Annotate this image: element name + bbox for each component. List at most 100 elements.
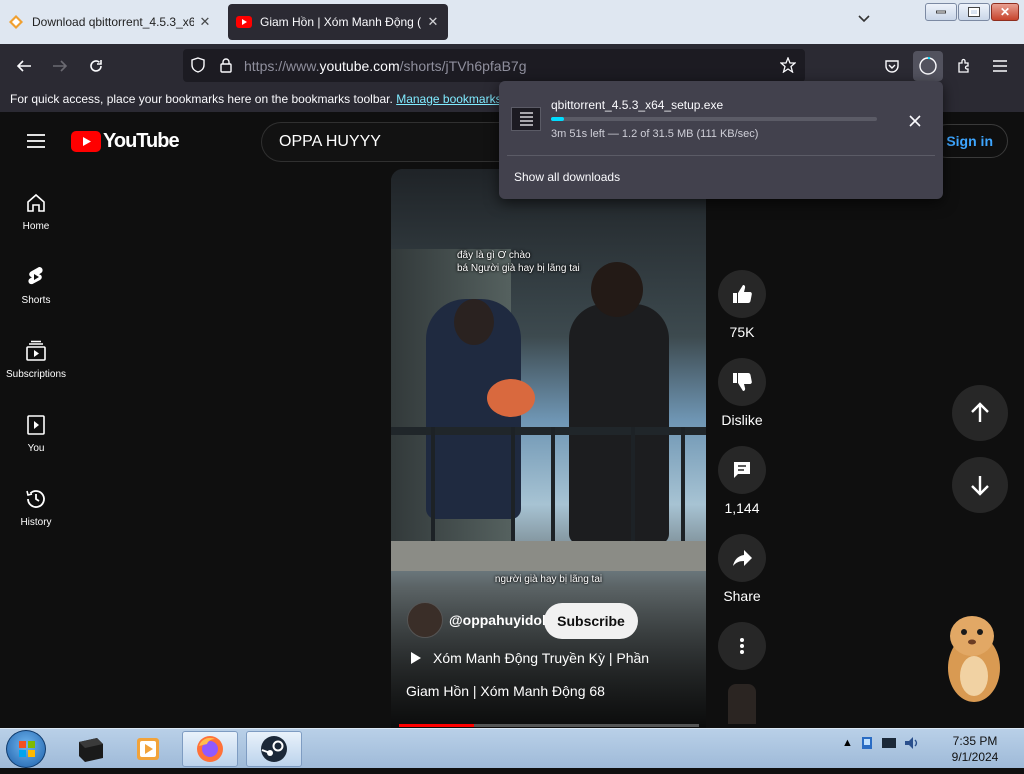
video-ledge [391, 541, 706, 571]
manage-bookmarks-link[interactable]: Manage bookmarks... [396, 92, 511, 106]
guide-menu-button[interactable] [24, 129, 48, 153]
minimize-button[interactable] [925, 3, 957, 21]
video-fan [487, 379, 535, 417]
comment-icon [718, 446, 766, 494]
close-window-button[interactable]: ✕ [991, 3, 1019, 21]
bookmark-star-icon[interactable] [779, 56, 797, 78]
back-button[interactable] [10, 52, 38, 80]
next-short-button[interactable] [952, 457, 1008, 513]
system-tray: ▲ [842, 735, 919, 751]
media-player-icon [137, 738, 159, 760]
video-person-right [569, 304, 669, 544]
download-filename[interactable]: qbittorrent_4.5.3_x64_setup.exe [551, 98, 723, 112]
download-progress-icon [919, 57, 937, 75]
video-subtitle-bottom: người già hay bị lãng tai [494, 574, 603, 585]
search-input[interactable]: OPPA HUYYY [279, 133, 381, 151]
cancel-download-button[interactable] [903, 109, 927, 133]
previous-short-button[interactable] [952, 385, 1008, 441]
app-box-icon [79, 738, 103, 762]
video-progress-bar[interactable] [399, 724, 699, 727]
share-label: Share [723, 588, 761, 604]
video-railing-post [631, 427, 635, 557]
sidebar-item-you[interactable]: You [0, 413, 72, 454]
short-video-player[interactable]: đây là gì Ơ chào bá Người già hay bị lãn… [391, 169, 706, 728]
youtube-logo[interactable]: YouTube [71, 130, 180, 153]
steam-icon [261, 736, 287, 762]
more-vertical-icon [718, 622, 766, 670]
list-all-tabs-button[interactable] [852, 12, 876, 32]
comments-button[interactable]: 1,144 [718, 446, 766, 516]
url-host: youtube.com [319, 58, 400, 74]
dislike-label: Dislike [721, 412, 763, 428]
download-status: 3m 51s left — 1.2 of 31.5 MB (111 KB/sec… [551, 128, 759, 140]
download-progress-bar [551, 117, 877, 121]
tab-close-icon[interactable]: ✕ [426, 14, 440, 30]
video-subtitle-top: đây là gì Ơ chào bá Người già hay bị lãn… [457, 249, 580, 275]
restore-button[interactable] [958, 3, 990, 21]
more-actions-button[interactable] [718, 622, 766, 676]
clock-date: 9/1/2024 [951, 750, 999, 764]
sidebar-item-home[interactable]: Home [0, 191, 72, 232]
url-bar[interactable]: https://www.youtube.com/shorts/jTVh6pfaB… [183, 49, 805, 82]
lock-icon[interactable] [219, 57, 233, 78]
playlist-link[interactable]: Xóm Manh Động Truyền Kỳ | Phần [409, 650, 649, 666]
pocket-button[interactable] [878, 52, 906, 80]
sound-avatar[interactable] [728, 684, 756, 724]
search-box[interactable]: OPPA HUYYY [261, 122, 521, 162]
like-count: 75K [729, 324, 755, 340]
like-button[interactable]: 75K [718, 270, 766, 340]
divider [507, 155, 935, 156]
tab-label: Giam Hồn | Xóm Manh Động ( [260, 15, 422, 29]
tracking-protection-shield-icon[interactable] [190, 57, 206, 78]
sidebar-item-history[interactable]: History [0, 487, 72, 528]
share-button[interactable]: Share [718, 534, 766, 604]
you-icon [24, 413, 48, 437]
tab-qbittorrent-download[interactable]: Download qbittorrent_4.5.3_x64 ✕ [0, 4, 220, 40]
download-progress-fill [551, 117, 565, 121]
youtube-logo-text: YouTube [103, 130, 180, 152]
reload-button[interactable] [82, 52, 110, 80]
url-prefix: https://www. [244, 58, 320, 74]
close-icon [909, 115, 921, 127]
taskbar-app-steam[interactable] [246, 731, 302, 767]
subscribe-button[interactable]: Subscribe [544, 603, 638, 639]
taskbar-clock[interactable]: 7:35 PM 9/1/2024 [945, 733, 1005, 765]
show-all-downloads-button[interactable]: Show all downloads [514, 170, 620, 184]
tab-close-icon[interactable]: ✕ [198, 14, 212, 30]
dislike-button[interactable]: Dislike [718, 358, 766, 428]
downloads-panel: qbittorrent_4.5.3_x64_setup.exe 3m 51s l… [499, 81, 943, 199]
arrow-up-icon [971, 402, 989, 422]
pocket-icon [885, 60, 899, 73]
volume-icon [904, 737, 918, 749]
video-railing-post [681, 427, 685, 557]
windows-taskbar: ▲ 7:35 PM 9/1/2024 [0, 728, 1024, 768]
app-menu-button[interactable] [986, 52, 1014, 80]
play-icon [411, 652, 421, 664]
taskbar-app-media-player[interactable] [120, 731, 176, 767]
video-person-right-head [591, 262, 643, 317]
extensions-button[interactable] [950, 52, 978, 80]
downloads-button[interactable] [913, 51, 943, 81]
show-hidden-icons-icon[interactable]: ▲ [842, 737, 853, 749]
sidebar-item-subscriptions[interactable]: Subscriptions [0, 339, 72, 380]
taskbar-app-firefox[interactable] [182, 731, 238, 767]
back-arrow-icon [16, 60, 31, 72]
url-text[interactable]: https://www.youtube.com/shorts/jTVh6pfaB… [244, 58, 527, 74]
channel-avatar[interactable] [407, 602, 443, 638]
video-progress-fill [399, 724, 474, 727]
channel-name[interactable]: @oppahuyidol [449, 612, 546, 628]
subscriptions-icon [24, 339, 48, 363]
start-button[interactable] [6, 730, 46, 768]
tab-youtube-short[interactable]: Giam Hồn | Xóm Manh Động ( ✕ [228, 4, 448, 40]
download-site-icon [8, 14, 24, 30]
sidebar-item-label: Shorts [21, 295, 51, 306]
sidebar-item-shorts[interactable]: Shorts [0, 265, 72, 306]
youtube-icon [236, 14, 252, 30]
action-center-icon [881, 738, 896, 748]
taskbar-app-black-box[interactable] [62, 731, 118, 767]
video-railing-post [431, 427, 435, 557]
video-railing-post [511, 427, 515, 557]
thumbs-up-icon [718, 270, 766, 318]
forward-button[interactable] [46, 52, 74, 80]
windows-logo-icon [19, 741, 35, 757]
